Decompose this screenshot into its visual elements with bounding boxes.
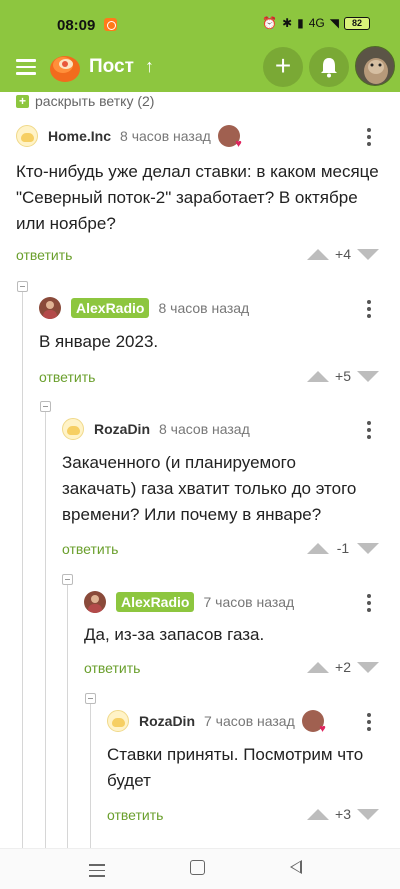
back-icon[interactable] [290, 860, 302, 874]
comment-header: RozaDin 8 часов назад [62, 417, 250, 441]
comment-author[interactable]: RozaDin [139, 713, 195, 729]
comment-time: 8 часов назад [158, 300, 250, 316]
comment-header: AlexRadio 8 часов назад [39, 296, 249, 320]
comment-score: +2 [335, 659, 351, 675]
award-badge-icon [217, 125, 242, 150]
more-options-icon[interactable] [364, 128, 374, 149]
comment: RozaDin 7 часов назад Ставки приняты. По… [107, 709, 386, 839]
network-icon: 4G [308, 16, 325, 30]
comment-score: -1 [336, 540, 350, 556]
top-bar: 08:09 ⏰ ✱ ▮ 4G ◥ 82 Пост ↑ + [0, 0, 400, 92]
status-time: 08:09 [57, 17, 96, 34]
downvote-icon[interactable] [357, 661, 379, 673]
reply-link[interactable]: ответить [39, 369, 95, 385]
reply-link[interactable]: ответить [107, 807, 163, 823]
comment-header: RozaDin 7 часов назад [107, 709, 326, 735]
comment-time: 8 часов назад [159, 421, 250, 437]
upvote-icon[interactable] [307, 661, 329, 673]
battery-icon: 82 [344, 16, 370, 30]
thread-line [90, 704, 91, 848]
arrow-up-icon[interactable]: ↑ [145, 56, 154, 77]
comments-thread: + раскрыть ветку (2) Home.Inc 8 часов на… [0, 92, 400, 848]
reply-link[interactable]: ответить [62, 541, 118, 557]
comment-text: В январе 2023. [39, 332, 159, 351]
system-nav-bar [0, 848, 400, 889]
downvote-icon[interactable] [357, 248, 379, 260]
comment-time: 7 часов назад [204, 713, 295, 729]
bluetooth-icon: ✱ [282, 16, 293, 30]
downvote-icon[interactable] [357, 542, 379, 554]
comment-score: +5 [335, 368, 351, 384]
upvote-icon[interactable] [307, 542, 329, 554]
thread-line [45, 412, 46, 848]
comment: RozaDin 8 часов назад Закаченного (и пла… [62, 417, 386, 567]
comment: AlexRadio 7 часов назад Да, из-за запасо… [84, 590, 386, 690]
reply-link[interactable]: ответить [84, 660, 140, 676]
comment-text: Да, из-за запасов газа. [84, 625, 265, 644]
expand-thread-button[interactable]: + раскрыть ветку (2) [16, 93, 154, 109]
comment: AlexRadio 8 часов назад В январе 2023. о… [39, 296, 386, 396]
award-badge-icon [301, 710, 326, 735]
logo-icon [50, 56, 80, 82]
comment-author[interactable]: RozaDin [94, 421, 150, 437]
avatar[interactable] [39, 297, 61, 319]
alarm-icon: ⏰ [262, 16, 278, 30]
comment-time: 8 часов назад [120, 128, 211, 144]
signal-icon: ▮ [297, 16, 304, 30]
plus-icon: + [16, 94, 29, 108]
bell-icon [321, 58, 337, 78]
notification-app-icon [104, 18, 117, 31]
downvote-icon[interactable] [357, 370, 379, 382]
thread-line [67, 585, 68, 848]
more-options-icon[interactable] [364, 421, 374, 442]
status-bar: 08:09 ⏰ ✱ ▮ 4G ◥ 82 [0, 0, 400, 44]
comment-author[interactable]: AlexRadio [116, 592, 195, 612]
upvote-icon[interactable] [307, 248, 329, 260]
comment-header: Home.Inc 8 часов назад [16, 124, 242, 150]
upvote-icon[interactable] [307, 808, 329, 820]
collapse-toggle[interactable] [17, 281, 28, 292]
notifications-button[interactable] [309, 47, 349, 87]
comment-text: Ставки приняты. Посмотрим что будет [107, 745, 364, 790]
comment-score: +4 [335, 246, 351, 262]
comment-text: Закаченного (и планируемого закачать) га… [62, 453, 357, 524]
comment-author[interactable]: AlexRadio [71, 298, 150, 318]
status-icons: ⏰ ✱ ▮ 4G ◥ 82 [262, 16, 370, 30]
home-icon[interactable] [190, 860, 205, 875]
vote-controls: -1 [307, 540, 379, 556]
wifi-icon: ◥ [329, 16, 339, 30]
upvote-icon[interactable] [307, 370, 329, 382]
page-title: Пост [89, 56, 134, 77]
comment: Home.Inc 8 часов назад Кто-нибудь уже де… [16, 124, 386, 264]
more-options-icon[interactable] [364, 713, 374, 734]
more-options-icon[interactable] [364, 594, 374, 615]
app-bar: Пост ↑ + [0, 44, 400, 92]
vote-controls: +4 [307, 246, 379, 262]
comment-text: Кто-нибудь уже делал ставки: в каком мес… [16, 162, 379, 233]
comment-author[interactable]: Home.Inc [48, 128, 111, 144]
add-post-button[interactable]: + [263, 47, 303, 87]
comment-header: AlexRadio 7 часов назад [84, 590, 294, 614]
collapse-toggle[interactable] [85, 693, 96, 704]
comment-score: +3 [335, 806, 351, 822]
avatar[interactable] [16, 125, 38, 147]
more-options-icon[interactable] [364, 300, 374, 321]
collapse-toggle[interactable] [40, 401, 51, 412]
expand-thread-label: раскрыть ветку (2) [35, 93, 155, 109]
thread-line [22, 292, 23, 848]
avatar[interactable] [62, 418, 84, 440]
reply-link[interactable]: ответить [16, 247, 72, 263]
menu-icon[interactable] [16, 59, 36, 75]
avatar[interactable] [107, 710, 129, 732]
user-avatar[interactable] [355, 46, 395, 86]
recent-apps-icon[interactable] [89, 864, 105, 881]
avatar-image [356, 47, 394, 85]
downvote-icon[interactable] [357, 808, 379, 820]
vote-controls: +2 [307, 659, 379, 675]
comment-time: 7 часов назад [203, 594, 295, 610]
avatar[interactable] [84, 591, 106, 613]
vote-controls: +3 [307, 806, 379, 822]
vote-controls: +5 [307, 368, 379, 384]
collapse-toggle[interactable] [62, 574, 73, 585]
